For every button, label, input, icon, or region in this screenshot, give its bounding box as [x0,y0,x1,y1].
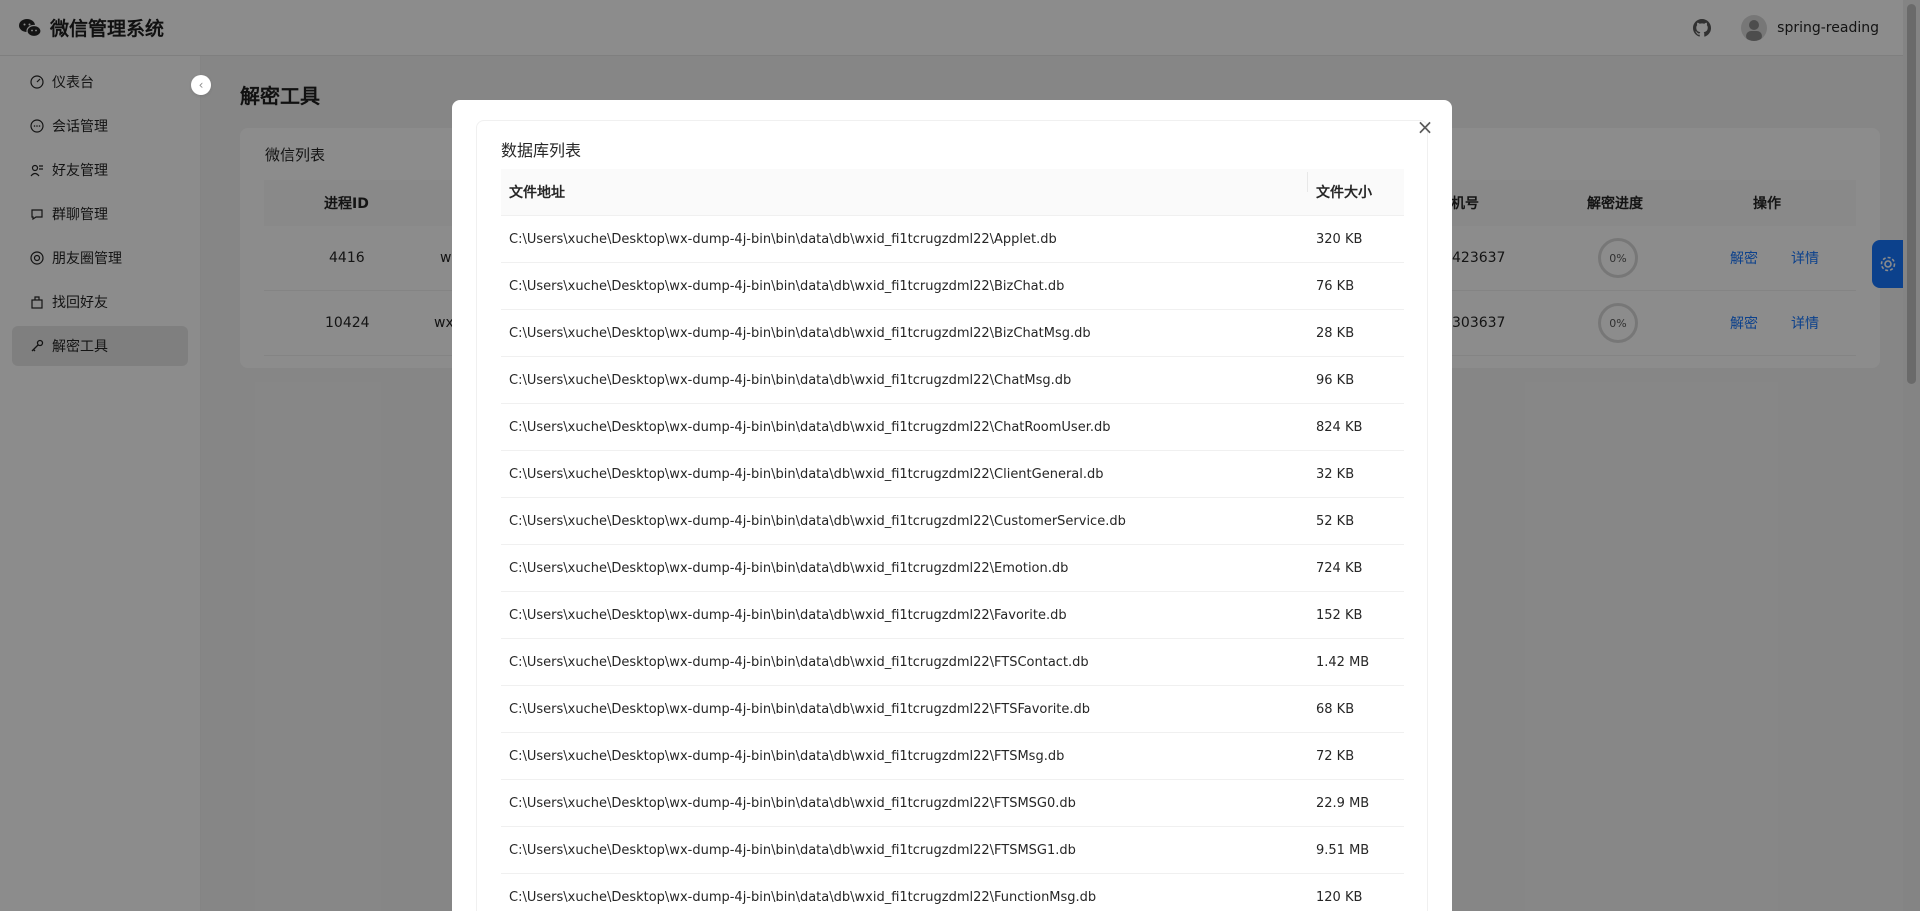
file-path-cell: C:\Users\xuche\Desktop\wx-dump-4j-bin\bi… [509,513,1126,529]
table-row: C:\Users\xuche\Desktop\wx-dump-4j-bin\bi… [501,357,1404,404]
file-size-cell: 72 KB [1316,748,1355,764]
file-path-cell: C:\Users\xuche\Desktop\wx-dump-4j-bin\bi… [509,419,1111,435]
file-size-cell: 68 KB [1316,701,1355,717]
file-size-cell: 32 KB [1316,466,1355,482]
file-size-cell: 96 KB [1316,372,1355,388]
table-row: C:\Users\xuche\Desktop\wx-dump-4j-bin\bi… [501,216,1404,263]
file-size-cell: 152 KB [1316,607,1363,623]
database-list-modal: 数据库列表 文件地址 文件大小 C:\Users\xuche\Desktop\w… [452,100,1452,911]
file-path-cell: C:\Users\xuche\Desktop\wx-dump-4j-bin\bi… [509,607,1067,623]
file-path-cell: C:\Users\xuche\Desktop\wx-dump-4j-bin\bi… [509,795,1076,811]
file-size-cell: 52 KB [1316,513,1355,529]
file-size-cell: 28 KB [1316,325,1355,341]
table-row: C:\Users\xuche\Desktop\wx-dump-4j-bin\bi… [501,545,1404,592]
table-row: C:\Users\xuche\Desktop\wx-dump-4j-bin\bi… [501,639,1404,686]
table-row: C:\Users\xuche\Desktop\wx-dump-4j-bin\bi… [501,404,1404,451]
table-row: C:\Users\xuche\Desktop\wx-dump-4j-bin\bi… [501,733,1404,780]
modal-title: 数据库列表 [501,141,582,160]
file-size-cell: 724 KB [1316,560,1363,576]
chevron-left-icon: ‹ [198,78,204,92]
file-path-cell: C:\Users\xuche\Desktop\wx-dump-4j-bin\bi… [509,842,1076,858]
file-path-cell: C:\Users\xuche\Desktop\wx-dump-4j-bin\bi… [509,701,1091,717]
table-row: C:\Users\xuche\Desktop\wx-dump-4j-bin\bi… [501,780,1404,827]
column-header-path: 文件地址 [501,172,1308,202]
file-path-cell: C:\Users\xuche\Desktop\wx-dump-4j-bin\bi… [509,748,1065,764]
file-path-cell: C:\Users\xuche\Desktop\wx-dump-4j-bin\bi… [509,560,1069,576]
file-size-cell: 22.9 MB [1316,795,1370,811]
table-row: C:\Users\xuche\Desktop\wx-dump-4j-bin\bi… [501,686,1404,733]
file-size-cell: 1.42 MB [1316,654,1370,670]
table-row: C:\Users\xuche\Desktop\wx-dump-4j-bin\bi… [501,451,1404,498]
table-row: C:\Users\xuche\Desktop\wx-dump-4j-bin\bi… [501,592,1404,639]
table-row: C:\Users\xuche\Desktop\wx-dump-4j-bin\bi… [501,874,1404,911]
table-row: C:\Users\xuche\Desktop\wx-dump-4j-bin\bi… [501,263,1404,310]
sidebar-collapse-button[interactable]: ‹ [191,75,211,95]
file-size-cell: 320 KB [1316,231,1363,247]
database-list-card: 数据库列表 文件地址 文件大小 C:\Users\xuche\Desktop\w… [476,120,1428,911]
table-row: C:\Users\xuche\Desktop\wx-dump-4j-bin\bi… [501,827,1404,874]
file-path-cell: C:\Users\xuche\Desktop\wx-dump-4j-bin\bi… [509,325,1091,341]
file-path-cell: C:\Users\xuche\Desktop\wx-dump-4j-bin\bi… [509,278,1065,294]
file-path-cell: C:\Users\xuche\Desktop\wx-dump-4j-bin\bi… [509,372,1072,388]
close-button[interactable]: × [1414,115,1436,139]
file-path-cell: C:\Users\xuche\Desktop\wx-dump-4j-bin\bi… [509,654,1089,670]
column-header-size: 文件大小 [1316,185,1372,201]
file-size-cell: 824 KB [1316,419,1363,435]
file-path-cell: C:\Users\xuche\Desktop\wx-dump-4j-bin\bi… [509,466,1104,482]
file-size-cell: 9.51 MB [1316,842,1370,858]
file-size-cell: 120 KB [1316,889,1363,905]
table-row: C:\Users\xuche\Desktop\wx-dump-4j-bin\bi… [501,498,1404,545]
file-size-cell: 76 KB [1316,278,1355,294]
close-icon: × [1416,115,1434,139]
table-row: C:\Users\xuche\Desktop\wx-dump-4j-bin\bi… [501,310,1404,357]
database-table: 文件地址 文件大小 C:\Users\xuche\Desktop\wx-dump… [501,169,1404,911]
file-path-cell: C:\Users\xuche\Desktop\wx-dump-4j-bin\bi… [509,889,1097,905]
file-path-cell: C:\Users\xuche\Desktop\wx-dump-4j-bin\bi… [509,231,1057,247]
table-header: 文件地址 文件大小 [501,169,1404,216]
